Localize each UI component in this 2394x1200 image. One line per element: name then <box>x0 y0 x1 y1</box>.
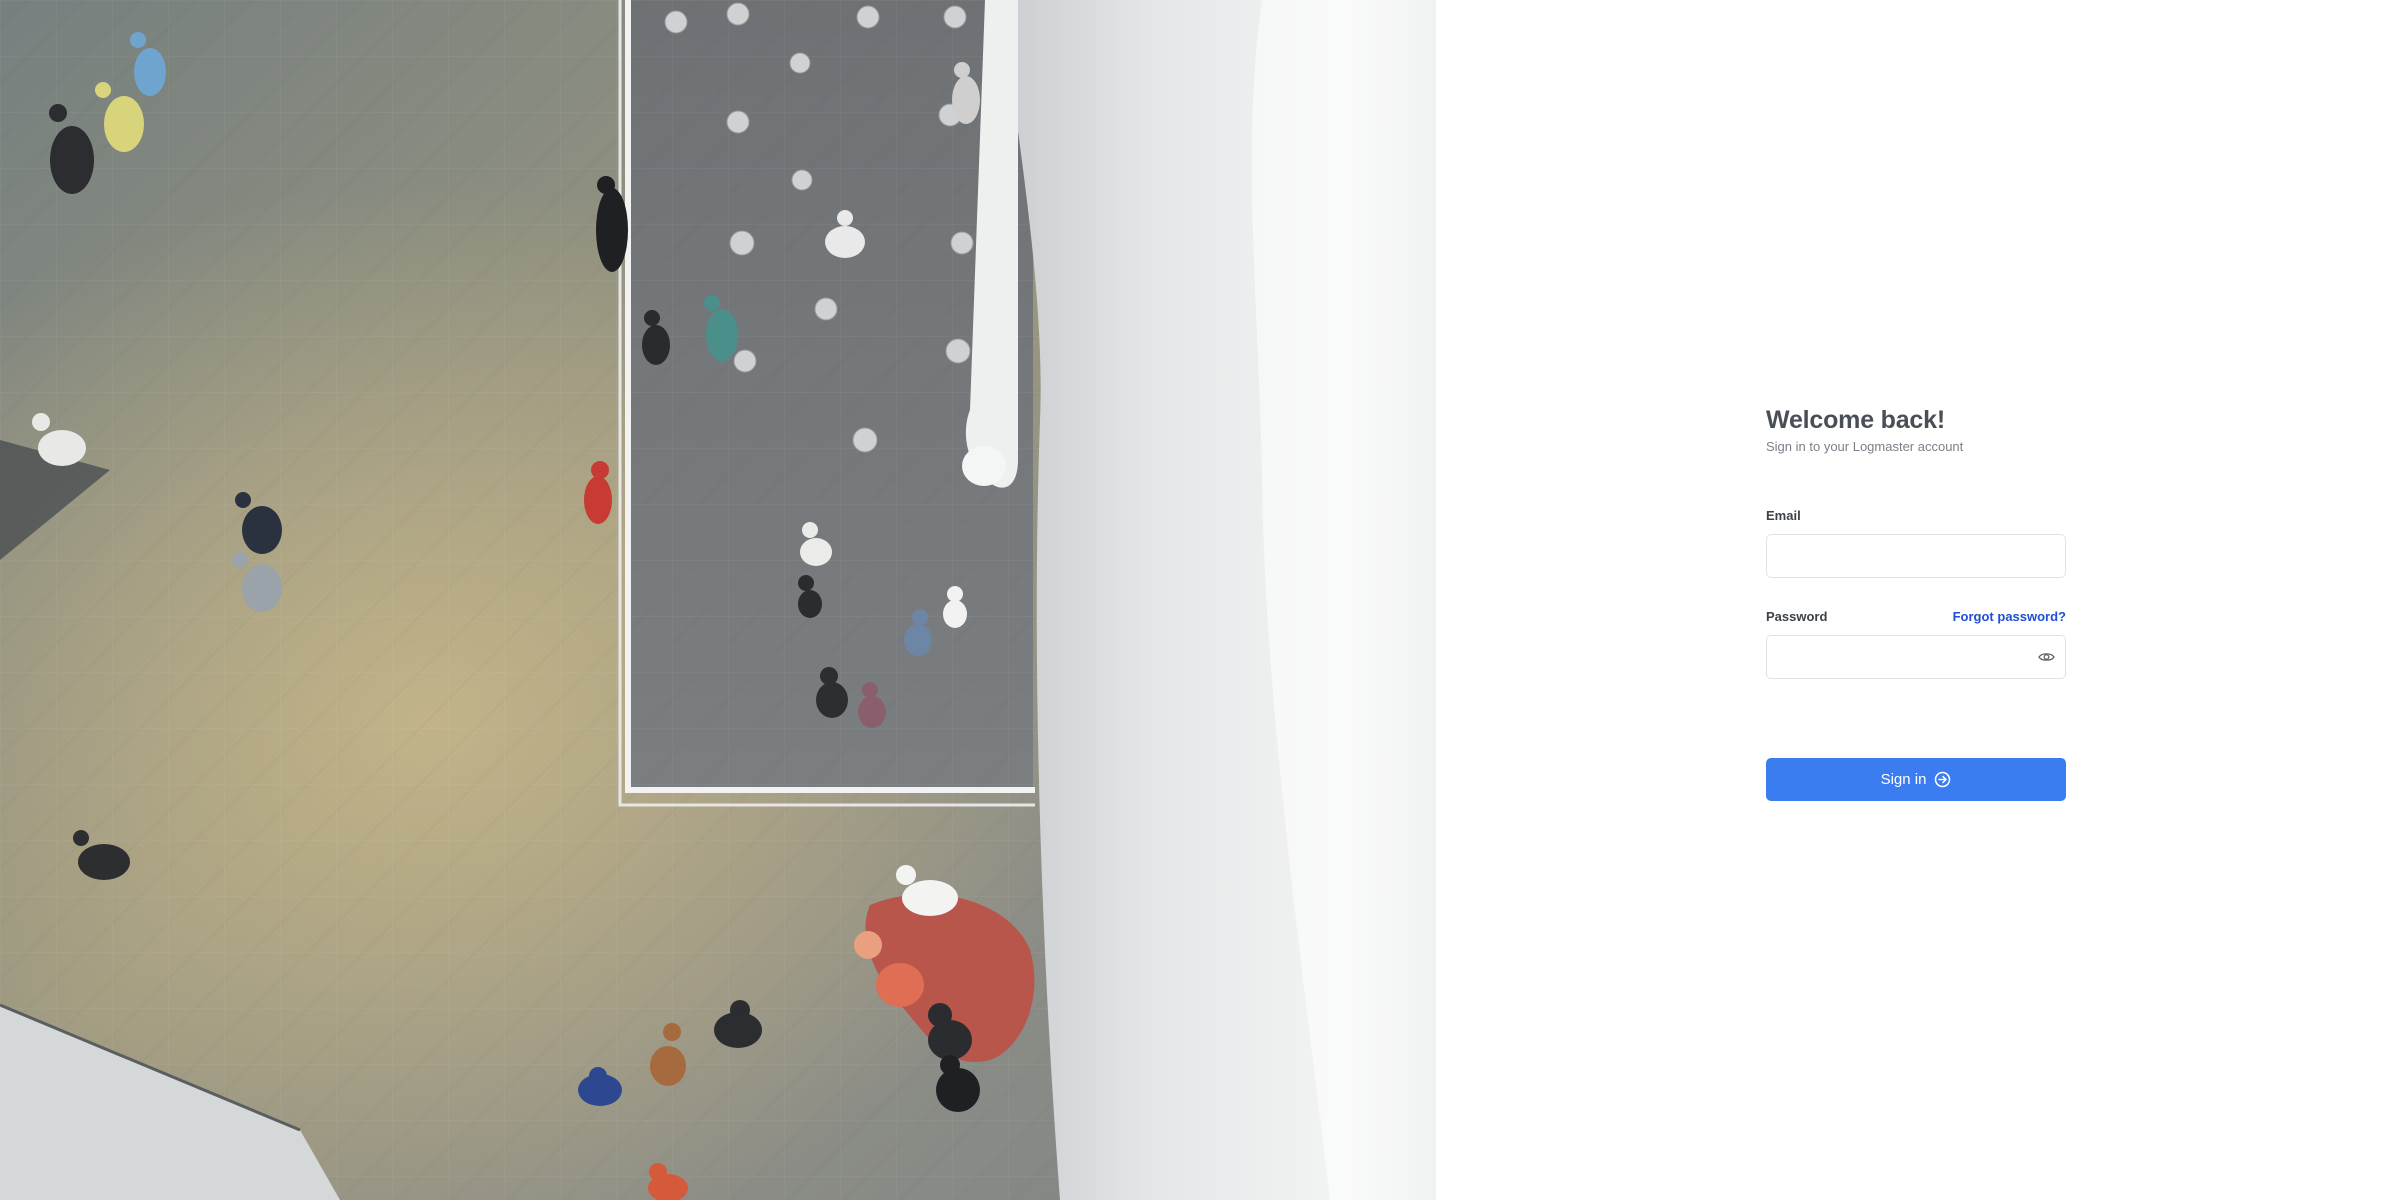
password-field-group: Password Forgot password? <box>1766 609 2066 679</box>
password-input[interactable] <box>1766 635 2066 679</box>
password-input-wrap <box>1766 635 2066 679</box>
email-label: Email <box>1766 508 1801 523</box>
email-label-row: Email <box>1766 508 2066 526</box>
page-title: Welcome back! <box>1766 406 1945 434</box>
forgot-password-link[interactable]: Forgot password? <box>1953 609 2066 624</box>
sign-in-label: Sign in <box>1880 771 1927 788</box>
password-label-row: Password Forgot password? <box>1766 609 2066 627</box>
arrow-circle-right-icon <box>1934 771 1951 788</box>
eye-icon[interactable] <box>2036 648 2056 666</box>
auth-panel: Welcome back! Sign in to your Logmaster … <box>1436 0 2394 1200</box>
login-page: Welcome back! Sign in to your Logmaster … <box>0 0 2394 1200</box>
sign-in-button[interactable]: Sign in <box>1766 758 2066 801</box>
atrium-photo <box>0 0 1436 1200</box>
email-input[interactable] <box>1766 534 2066 578</box>
password-label: Password <box>1766 609 1828 624</box>
login-form: Welcome back! Sign in to your Logmaster … <box>1766 404 2066 801</box>
email-field-group: Email <box>1766 508 2066 578</box>
page-subtitle: Sign in to your Logmaster account <box>1766 439 1964 454</box>
hero-image <box>0 0 1436 1200</box>
